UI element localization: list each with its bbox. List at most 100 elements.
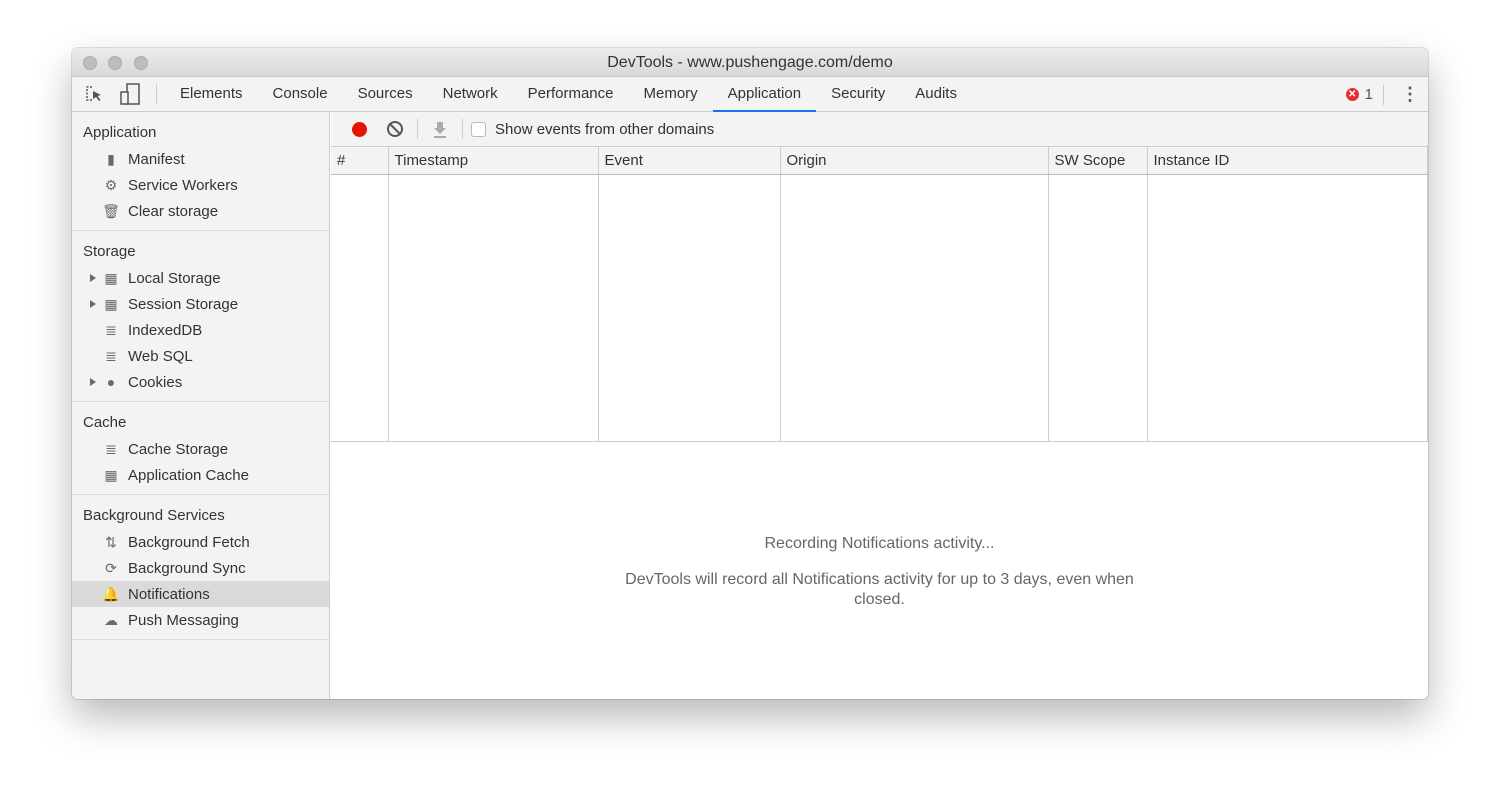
devtools-window: DevTools - www.pushengage.com/demo Eleme… [72, 48, 1428, 699]
sidebar-item-clear-storage[interactable]: 🗑 Clear storage [72, 198, 329, 224]
file-icon: ▮ [107, 150, 115, 167]
sidebar-item-label: Local Storage [128, 269, 221, 287]
sidebar-item-session-storage[interactable]: ▦ Session Storage [72, 291, 329, 317]
tab-performance[interactable]: Performance [513, 77, 629, 112]
clear-icon [387, 121, 403, 137]
column-header[interactable]: Event [598, 147, 781, 175]
table-icon: ▦ [104, 295, 118, 312]
device-toolbar-icon[interactable] [112, 77, 148, 112]
database-icon: ≣ [105, 347, 117, 364]
fetch-arrows-icon: ⇅ [105, 533, 117, 550]
tab-memory[interactable]: Memory [629, 77, 713, 112]
sidebar-heading[interactable]: Application [72, 120, 329, 146]
empty-state: Recording Notifications activity... DevT… [331, 535, 1428, 610]
sidebar-item-label: Web SQL [128, 347, 193, 365]
gear-icon: ⚙ [104, 176, 118, 193]
sidebar-item-background-sync[interactable]: ⟳ Background Sync [72, 555, 329, 581]
sidebar-item-cache-storage[interactable]: ≣ Cache Storage [72, 436, 329, 462]
expand-arrow-icon[interactable] [90, 274, 96, 282]
record-button[interactable] [341, 112, 377, 147]
save-events-button[interactable] [422, 112, 458, 147]
sidebar-item-background-fetch[interactable]: ⇅ Background Fetch [72, 529, 329, 555]
title-bar: DevTools - www.pushengage.com/demo [72, 48, 1428, 77]
sidebar-item-indexeddb[interactable]: ≣ IndexedDB [72, 317, 329, 343]
expand-arrow-icon[interactable] [90, 378, 96, 386]
tab-bar: Elements Console Sources Network Performance… [72, 77, 1428, 112]
sidebar-item-label: Application Cache [128, 466, 249, 484]
tab-network[interactable]: Network [428, 77, 513, 112]
sidebar-section-background: Background Services ⇅ Background Fetch ⟳ Bac… [72, 495, 329, 640]
sidebar-item-label: Manifest [128, 150, 185, 168]
download-icon [434, 122, 446, 138]
toolbar: Show events from other domains [331, 112, 1428, 147]
tab-sources[interactable]: Sources [343, 77, 428, 112]
sidebar-item-label: Cache Storage [128, 440, 229, 458]
column-header[interactable]: # [331, 147, 389, 175]
sidebar-item-service-workers[interactable]: ⚙ Service Workers [72, 172, 329, 198]
sidebar-item-label: Session Storage [128, 295, 239, 313]
column-header[interactable]: Origin [780, 147, 1049, 175]
empty-body: DevTools will record all Notifications a… [625, 571, 1134, 608]
database-icon: ≣ [105, 440, 117, 457]
show-other-domains-checkbox[interactable] [471, 121, 486, 137]
sidebar-item-label: Background Sync [128, 559, 246, 577]
tab-security[interactable]: Security [816, 77, 900, 112]
empty-cell [598, 174, 781, 442]
table-icon: ▦ [104, 466, 118, 483]
column-header[interactable]: Timestamp [388, 147, 599, 175]
sidebar-item-application-cache[interactable]: ▦ Application Cache [72, 462, 329, 488]
column-header[interactable]: Instance ID [1147, 147, 1428, 175]
inspect-element-icon[interactable] [76, 77, 112, 112]
sidebar-item-manifest[interactable]: ▮ Manifest [72, 146, 329, 172]
sidebar-item-label: Notifications [128, 585, 210, 603]
empty-title: Recording Notifications activity... [764, 535, 995, 552]
empty-cell [1048, 174, 1148, 442]
more-options-icon[interactable]: ⋮ [1392, 77, 1428, 112]
record-icon [351, 121, 367, 137]
sidebar-item-cookies[interactable]: ● Cookies [72, 369, 329, 395]
sidebar-section-cache: Cache ≣ Cache Storage ▦ Application Cache [72, 402, 329, 495]
table-icon: ▦ [104, 269, 118, 286]
error-count[interactable]: 1 [1365, 86, 1373, 103]
sync-icon: ⟳ [105, 559, 117, 576]
column-header[interactable]: SW Scope [1048, 147, 1148, 175]
minimize-window-button[interactable] [108, 56, 122, 70]
trash-icon: 🗑 [102, 202, 120, 219]
sidebar-heading[interactable]: Cache [72, 410, 329, 436]
divider [156, 84, 157, 104]
tab-elements[interactable]: Elements [165, 77, 258, 112]
expand-arrow-icon[interactable] [90, 300, 96, 308]
zoom-window-button[interactable] [134, 56, 148, 70]
empty-cell [1147, 174, 1428, 442]
notifications-panel: Show events from other domains # Timestam… [331, 112, 1428, 699]
sidebar-item-label: Push Messaging [128, 611, 239, 629]
sidebar-section-application: Application ▮ Manifest ⚙ Service Workers 🗑 Cle… [72, 112, 329, 231]
show-other-domains-label: Show events from other domains [495, 120, 715, 138]
sidebar-item-web-sql[interactable]: ≣ Web SQL [72, 343, 329, 369]
sidebar-heading[interactable]: Storage [72, 239, 329, 265]
database-icon: ≣ [105, 321, 117, 338]
empty-cell [388, 174, 599, 442]
window-title: DevTools - www.pushengage.com/demo [607, 54, 893, 71]
tab-application[interactable]: Application [712, 77, 817, 112]
sidebar-section-storage: Storage ▦ Local Storage ▦ Session Storage ≣ In… [72, 231, 329, 402]
events-table: # Timestamp Event Origin SW Scope Instance ID [331, 147, 1428, 442]
sidebar-item-local-storage[interactable]: ▦ Local Storage [72, 265, 329, 291]
empty-cell [331, 174, 389, 442]
sidebar-item-label: Cookies [128, 373, 183, 391]
close-window-button[interactable] [83, 56, 97, 70]
sidebar-item-push-messaging[interactable]: ☁ Push Messaging [72, 607, 329, 633]
tab-audits[interactable]: Audits [900, 77, 972, 112]
clear-button[interactable] [377, 112, 413, 147]
sidebar-item-label: Service Workers [128, 176, 238, 194]
sidebar-item-notifications[interactable]: 🔔 Notifications [72, 581, 329, 607]
sidebar-heading[interactable]: Background Services [72, 503, 329, 529]
sidebar-item-label: Clear storage [128, 202, 219, 220]
tab-console[interactable]: Console [258, 77, 343, 112]
cloud-icon: ☁ [104, 611, 118, 628]
cookie-icon: ● [106, 374, 116, 390]
error-icon[interactable]: ✕ [1345, 88, 1359, 101]
sidebar-item-label: IndexedDB [128, 321, 203, 339]
sidebar: Application ▮ Manifest ⚙ Service Workers 🗑 Cle… [72, 112, 330, 699]
sidebar-item-label: Background Fetch [128, 533, 250, 551]
